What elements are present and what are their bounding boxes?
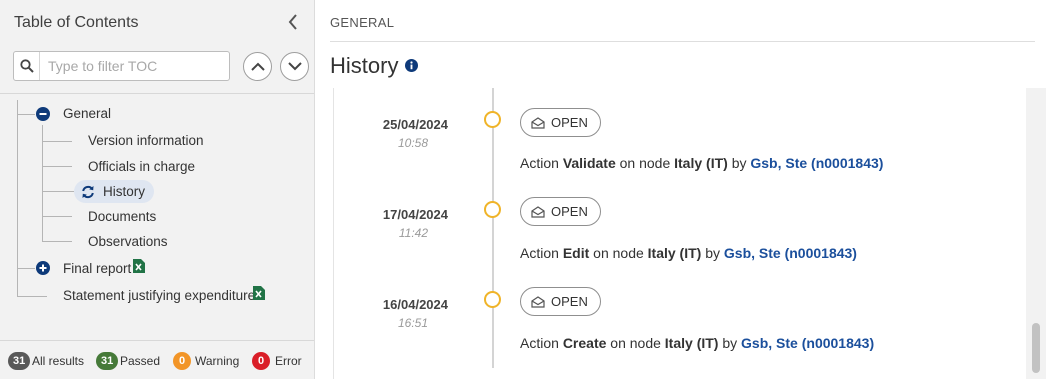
passed-label[interactable]: Passed bbox=[120, 354, 160, 368]
passed-count[interactable]: 31 bbox=[96, 352, 119, 370]
toc-item-history[interactable]: History bbox=[103, 184, 145, 199]
excel-file-icon bbox=[253, 286, 265, 300]
toc-filter bbox=[13, 51, 230, 81]
tree-guide bbox=[42, 125, 43, 241]
toc-item-observations[interactable]: Observations bbox=[88, 234, 168, 249]
action-mid: on node bbox=[593, 245, 644, 261]
envelope-open-icon bbox=[531, 295, 545, 308]
history-date: 17/04/2024 bbox=[382, 207, 448, 222]
action-prefix: Action bbox=[520, 245, 559, 261]
error-count[interactable]: 0 bbox=[252, 352, 270, 370]
envelope-open-icon bbox=[531, 205, 545, 218]
history-action: Action Edit on node Italy (IT) by Gsb, S… bbox=[520, 245, 857, 261]
action-mid: on node bbox=[619, 155, 671, 171]
timeline-line bbox=[492, 88, 494, 368]
action-name: Edit bbox=[562, 245, 590, 261]
divider bbox=[330, 41, 1035, 42]
warning-count[interactable]: 0 bbox=[173, 352, 191, 370]
action-name: Create bbox=[562, 335, 607, 351]
tree-guide bbox=[42, 191, 74, 192]
action-by: by bbox=[722, 335, 738, 351]
status-label: OPEN bbox=[551, 294, 588, 309]
tree-guide bbox=[42, 216, 72, 217]
toc-filter-input[interactable] bbox=[40, 52, 229, 80]
info-icon[interactable] bbox=[405, 59, 418, 72]
history-time: 11:42 bbox=[398, 226, 428, 240]
timeline-dot bbox=[484, 291, 501, 308]
user-link[interactable]: Gsb, Ste (n0001843) bbox=[741, 335, 874, 351]
collapse-icon[interactable] bbox=[36, 107, 50, 121]
action-prefix: Action bbox=[520, 155, 559, 171]
history-time: 10:58 bbox=[397, 136, 428, 150]
tree-guide bbox=[17, 268, 35, 269]
refresh-icon bbox=[82, 185, 94, 199]
chevron-down-icon bbox=[287, 62, 302, 71]
next-match-button[interactable] bbox=[280, 52, 309, 81]
action-node: Italy (IT) bbox=[674, 155, 728, 171]
status-badge: OPEN bbox=[520, 108, 601, 137]
envelope-open-icon bbox=[531, 116, 545, 129]
timeline-dot bbox=[484, 201, 501, 218]
all-results-label[interactable]: All results bbox=[32, 354, 84, 368]
history-action: Action Create on node Italy (IT) by Gsb,… bbox=[520, 335, 874, 351]
action-by: by bbox=[731, 155, 747, 171]
tree-guide bbox=[17, 100, 18, 296]
tree-guide bbox=[42, 141, 72, 142]
toc-item-general[interactable]: General bbox=[63, 106, 111, 121]
toc-title: Table of Contents bbox=[14, 14, 139, 31]
scrollbar-thumb[interactable] bbox=[1032, 323, 1040, 373]
chevron-up-icon bbox=[250, 62, 265, 71]
status-badge: OPEN bbox=[520, 287, 601, 316]
history-date: 25/04/2024 bbox=[382, 117, 448, 132]
history-time: 16:51 bbox=[397, 316, 428, 330]
tree-guide bbox=[17, 296, 47, 297]
previous-match-button[interactable] bbox=[243, 52, 272, 81]
all-results-count[interactable]: 31 bbox=[8, 352, 31, 370]
toc-item-version-information[interactable]: Version information bbox=[88, 133, 204, 148]
search-icon bbox=[14, 52, 40, 80]
divider bbox=[0, 93, 314, 94]
action-mid: on node bbox=[610, 335, 661, 351]
excel-file-icon bbox=[133, 259, 145, 273]
page-title: History bbox=[330, 53, 399, 78]
action-node: Italy (IT) bbox=[664, 335, 719, 351]
breadcrumb: GENERAL bbox=[330, 15, 395, 30]
timeline-dot bbox=[484, 111, 501, 128]
toc-item-statement-justifying-expenditure[interactable]: Statement justifying expenditure bbox=[63, 288, 255, 303]
tree-guide bbox=[42, 166, 72, 167]
collapse-toc-button[interactable] bbox=[284, 12, 302, 32]
error-label[interactable]: Error bbox=[275, 354, 302, 368]
action-by: by bbox=[705, 245, 721, 261]
tree-guide bbox=[17, 114, 35, 115]
status-label: OPEN bbox=[551, 204, 588, 219]
action-node: Italy (IT) bbox=[647, 245, 702, 261]
status-label: OPEN bbox=[551, 115, 588, 130]
toc-panel: Table of Contents General Version inform… bbox=[0, 0, 315, 379]
expand-icon[interactable] bbox=[36, 261, 50, 275]
toc-item-final-report[interactable]: Final report bbox=[63, 261, 131, 276]
chevron-left-icon bbox=[288, 14, 297, 30]
tree-guide bbox=[42, 241, 72, 242]
status-badge: OPEN bbox=[520, 197, 601, 226]
action-prefix: Action bbox=[520, 335, 559, 351]
action-name: Validate bbox=[562, 155, 616, 171]
toc-item-officials-in-charge[interactable]: Officials in charge bbox=[88, 159, 195, 174]
warning-label[interactable]: Warning bbox=[195, 354, 239, 368]
toc-item-documents[interactable]: Documents bbox=[88, 209, 156, 224]
history-action: Action Validate on node Italy (IT) by Gs… bbox=[520, 155, 883, 171]
user-link[interactable]: Gsb, Ste (n0001843) bbox=[724, 245, 857, 261]
history-date: 16/04/2024 bbox=[382, 297, 448, 312]
user-link[interactable]: Gsb, Ste (n0001843) bbox=[750, 155, 883, 171]
